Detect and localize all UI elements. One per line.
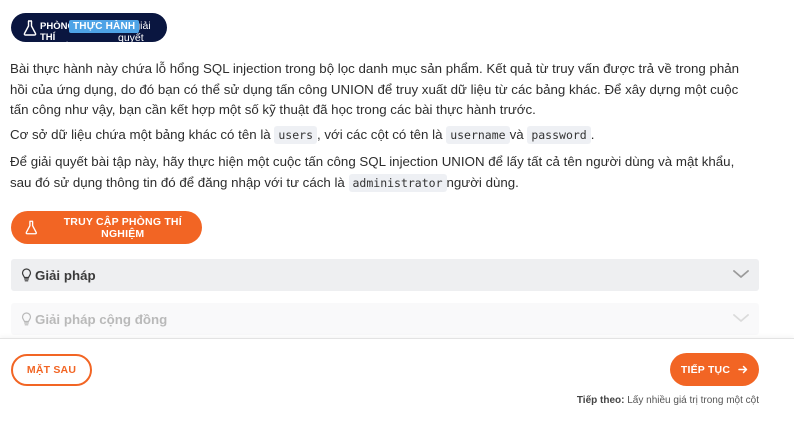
lab-description-paragraph: Bài thực hành này chứa lỗ hổng SQL injec… (10, 61, 740, 117)
continue-button[interactable]: TIẾP TỤC (670, 353, 759, 386)
code-username: username (446, 126, 510, 144)
lightbulb-icon (21, 268, 32, 282)
community-solutions-accordion[interactable]: Giải pháp cộng đồng (11, 303, 759, 335)
flask-icon (23, 20, 37, 36)
continue-label: TIẾP TỤC (680, 363, 731, 376)
solution-accordion[interactable]: Giải pháp (11, 259, 759, 291)
lightbulb-icon (21, 312, 32, 326)
code-administrator: administrator (348, 173, 447, 192)
chevron-down-icon (733, 314, 749, 322)
lab-database-paragraph: Cơ sở dữ liệu chứa một bảng khác có tên … (10, 126, 595, 144)
lab-status-badge: THỰC HÀNH PHÒNG THÍ NGHIỆM Đã giải quyết (11, 13, 167, 53)
code-users: users (274, 126, 317, 144)
access-lab-button[interactable]: TRUY CẬP PHÒNG THÍ NGHIỆM (11, 211, 202, 244)
next-lab-info: Tiếp theo: Lấy nhiều giá trị trong một c… (577, 395, 759, 406)
accordion-label: Giải pháp cộng đồng (35, 311, 168, 327)
back-button[interactable]: MẶT SAU (11, 354, 92, 386)
lab-tag: THỰC HÀNH (69, 20, 140, 33)
next-lab-title[interactable]: Lấy nhiều giá trị trong một cột (624, 395, 759, 406)
access-lab-label: TRUY CẬP PHÒNG THÍ NGHIỆM (63, 215, 182, 240)
next-prefix: Tiếp theo: (576, 395, 625, 406)
lab-goal-paragraph: Để giải quyết bài tập này, hãy thực hiện… (10, 154, 735, 192)
accordion-label: Giải pháp (35, 267, 96, 283)
arrow-right-icon (738, 365, 748, 374)
bottom-navigation-bar: MẶT SAU TIẾP TỤC Tiếp theo: Lấy nhiều gi… (0, 338, 794, 434)
chevron-down-icon (733, 270, 749, 278)
flask-icon (25, 220, 37, 235)
code-password: password (527, 126, 591, 144)
